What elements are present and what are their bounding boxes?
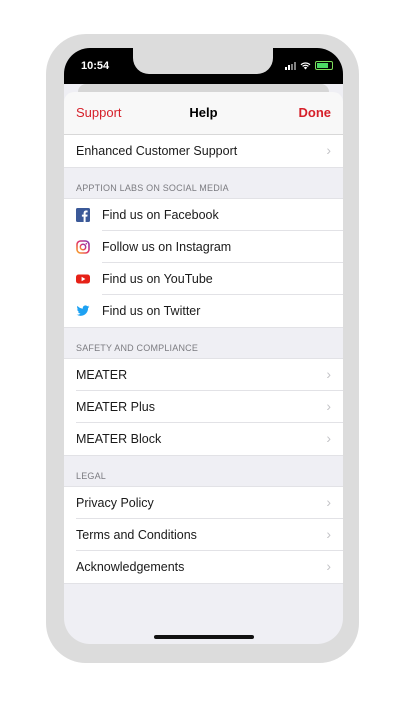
navigation-bar: Support Help Done	[64, 92, 343, 135]
row-label: Privacy Policy	[76, 496, 154, 510]
privacy-policy-row[interactable]: Privacy Policy ›	[64, 487, 343, 519]
battery-icon	[315, 61, 333, 70]
youtube-icon	[76, 272, 90, 286]
row-label: Acknowledgements	[76, 560, 185, 574]
chevron-right-icon: ›	[326, 366, 331, 382]
chevron-right-icon: ›	[326, 494, 331, 510]
legal-group: Privacy Policy › Terms and Conditions › …	[64, 486, 343, 584]
phone-screen: 10:54 Support Help Done Enhanced Custome…	[64, 48, 343, 644]
signal-icon	[285, 61, 296, 70]
notch	[133, 48, 273, 74]
meater-block-row[interactable]: MEATER Block ›	[64, 423, 343, 455]
instagram-icon	[76, 240, 90, 254]
row-label: Find us on YouTube	[102, 272, 213, 286]
status-bar: 10:54	[64, 48, 343, 84]
background-sheet	[78, 84, 329, 92]
acknowledgements-row[interactable]: Acknowledgements ›	[64, 551, 343, 583]
facebook-icon	[76, 208, 90, 222]
chevron-right-icon: ›	[326, 558, 331, 574]
social-section-header: APPTION LABS ON SOCIAL MEDIA	[76, 183, 229, 193]
safety-section-header: SAFETY AND COMPLIANCE	[76, 343, 199, 353]
facebook-row[interactable]: Find us on Facebook	[64, 199, 343, 231]
row-label: Enhanced Customer Support	[76, 144, 238, 158]
status-icons	[285, 61, 333, 70]
instagram-row[interactable]: Follow us on Instagram	[64, 231, 343, 263]
chevron-right-icon: ›	[326, 430, 331, 446]
row-label: Find us on Twitter	[102, 304, 201, 318]
twitter-icon	[76, 304, 90, 318]
safety-group: MEATER › MEATER Plus › MEATER Block ›	[64, 358, 343, 456]
terms-row[interactable]: Terms and Conditions ›	[64, 519, 343, 551]
row-label: MEATER Block	[76, 432, 162, 446]
chevron-right-icon: ›	[326, 398, 331, 414]
row-label: MEATER	[76, 368, 128, 382]
help-list: Enhanced Customer Support › APPTION LABS…	[64, 135, 343, 584]
row-label: Terms and Conditions	[76, 528, 197, 542]
enhanced-support-row[interactable]: Enhanced Customer Support ›	[64, 135, 343, 167]
social-group: Find us on Facebook Follow us on Instagr…	[64, 198, 343, 328]
meater-plus-row[interactable]: MEATER Plus ›	[64, 391, 343, 423]
row-label: MEATER Plus	[76, 400, 155, 414]
twitter-row[interactable]: Find us on Twitter	[64, 295, 343, 327]
chevron-right-icon: ›	[326, 526, 331, 542]
row-label: Follow us on Instagram	[102, 240, 232, 254]
chevron-right-icon: ›	[326, 142, 331, 158]
wifi-icon	[300, 61, 311, 69]
youtube-row[interactable]: Find us on YouTube	[64, 263, 343, 295]
row-label: Find us on Facebook	[102, 208, 219, 222]
meater-row[interactable]: MEATER ›	[64, 359, 343, 391]
legal-section-header: LEGAL	[76, 471, 107, 481]
support-group: Enhanced Customer Support ›	[64, 135, 343, 168]
done-button[interactable]: Done	[299, 105, 332, 120]
status-time: 10:54	[81, 60, 110, 72]
home-indicator[interactable]	[154, 635, 254, 639]
